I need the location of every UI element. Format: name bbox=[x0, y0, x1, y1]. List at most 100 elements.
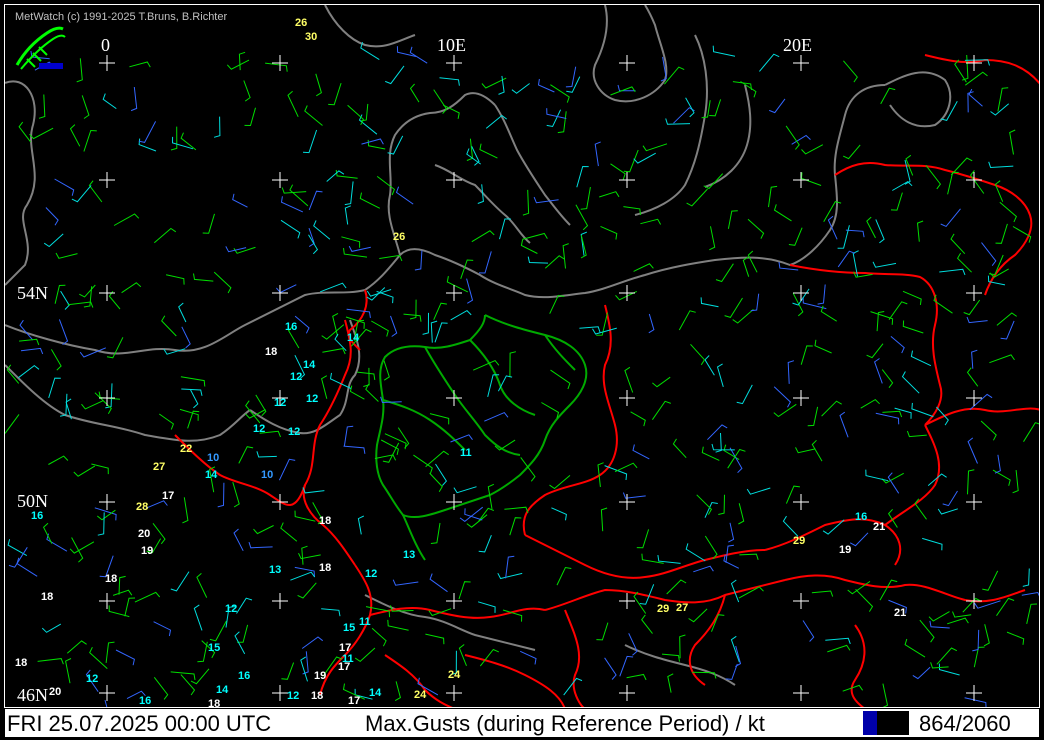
gust-value-label: 12 bbox=[253, 423, 266, 435]
grid-cross bbox=[619, 593, 635, 609]
wind-barb bbox=[395, 186, 414, 205]
wind-barb bbox=[383, 360, 390, 381]
wind-barb bbox=[371, 320, 389, 337]
wind-barb bbox=[380, 439, 399, 456]
map-panel[interactable]: MetWatch (c) 1991-2025 T.Bruns, B.Richte… bbox=[4, 4, 1040, 708]
wind-barb bbox=[106, 337, 124, 359]
wind-barb bbox=[280, 219, 301, 239]
wind-barb bbox=[396, 46, 417, 57]
grid-cross bbox=[619, 685, 635, 701]
map-canvas[interactable] bbox=[5, 5, 1040, 708]
wind-barb bbox=[1012, 470, 1019, 494]
wind-barb bbox=[596, 622, 609, 641]
wind-barb bbox=[736, 384, 753, 405]
wind-barb bbox=[912, 666, 931, 680]
wind-barb bbox=[453, 486, 477, 494]
wind-barb bbox=[69, 124, 81, 147]
gust-value-label: 18 bbox=[15, 657, 28, 669]
wind-barb bbox=[728, 522, 735, 543]
wind-barb bbox=[892, 180, 913, 191]
wind-barb bbox=[253, 525, 274, 535]
wind-barb bbox=[693, 565, 714, 573]
wind-barb bbox=[439, 77, 460, 86]
gust-value-label: 12 bbox=[274, 397, 287, 409]
wind-barb bbox=[632, 444, 650, 460]
wind-barb bbox=[498, 75, 505, 95]
wind-barb bbox=[942, 490, 958, 507]
wind-barb bbox=[193, 273, 214, 282]
wind-barb bbox=[890, 336, 905, 354]
gust-value-label: 17 bbox=[162, 490, 175, 502]
wind-barb bbox=[289, 184, 309, 207]
wind-barb bbox=[105, 641, 115, 663]
wind-barb bbox=[322, 348, 346, 355]
wind-barb bbox=[604, 657, 617, 680]
wind-barb bbox=[357, 371, 376, 380]
wind-barb bbox=[549, 294, 565, 314]
wind-barb bbox=[171, 136, 194, 150]
wind-barb bbox=[964, 697, 987, 707]
grid-cross bbox=[272, 593, 288, 609]
wind-barb bbox=[791, 134, 811, 145]
wind-barb bbox=[667, 673, 674, 693]
wind-barb bbox=[937, 508, 958, 515]
wind-barb bbox=[434, 322, 448, 343]
wind-barb bbox=[906, 430, 927, 438]
gust-value-label: 19 bbox=[839, 544, 852, 556]
wind-barb bbox=[807, 406, 819, 427]
wind-barb bbox=[746, 487, 771, 495]
grid-cross bbox=[446, 593, 462, 609]
gust-value-label: 18 bbox=[105, 573, 118, 585]
wind-barb bbox=[20, 347, 44, 355]
gust-value-label: 11 bbox=[359, 616, 371, 628]
gust-value-label: 18 bbox=[41, 591, 54, 603]
wind-barb bbox=[688, 608, 708, 623]
wind-barb bbox=[321, 324, 345, 340]
wind-barb bbox=[642, 143, 668, 152]
wind-barb bbox=[41, 623, 62, 633]
wind-barb bbox=[425, 450, 449, 468]
gust-value-label: 18 bbox=[311, 690, 324, 702]
wind-barb bbox=[875, 412, 900, 425]
wind-barb bbox=[800, 172, 822, 186]
wind-barb bbox=[730, 635, 740, 663]
wind-barb bbox=[1006, 631, 1025, 645]
wind-barb bbox=[409, 83, 420, 103]
longitude-label-0: 0 bbox=[101, 35, 110, 55]
wind-barb bbox=[243, 80, 251, 102]
gust-value-label: 10 bbox=[207, 452, 220, 464]
status-bar: FRI 25.07.2025 00:00 UTC Max.Gusts (duri… bbox=[4, 708, 1040, 738]
wind-barb bbox=[382, 442, 400, 463]
wind-barb bbox=[287, 90, 299, 118]
wind-barb bbox=[302, 487, 325, 494]
gust-value-label: 27 bbox=[676, 602, 689, 614]
wind-barb bbox=[477, 601, 496, 613]
wind-barb bbox=[910, 350, 932, 367]
wind-barb bbox=[527, 256, 549, 264]
wind-barb bbox=[626, 673, 647, 681]
wind-barb bbox=[256, 451, 277, 458]
wind-barb bbox=[969, 170, 985, 194]
wind-barb bbox=[988, 161, 1014, 169]
wind-barb bbox=[108, 291, 121, 310]
metwatch-logo-icon bbox=[13, 21, 67, 73]
gust-value-label: 21 bbox=[894, 607, 907, 619]
wind-barb bbox=[238, 51, 246, 71]
coastlines bbox=[5, 5, 952, 686]
wind-barb bbox=[947, 171, 959, 195]
wind-barb bbox=[685, 543, 706, 562]
wind-barb bbox=[715, 263, 734, 283]
wind-barb bbox=[37, 658, 64, 665]
wind-barb bbox=[170, 571, 190, 592]
wind-barb bbox=[466, 514, 488, 528]
wind-barb bbox=[425, 633, 445, 645]
wind-barb bbox=[1021, 591, 1039, 597]
gust-value-label: 20 bbox=[138, 528, 151, 540]
grid-cross bbox=[99, 494, 115, 510]
wind-barb bbox=[390, 315, 398, 337]
copyright-text: MetWatch (c) 1991-2025 T.Bruns, B.Richte… bbox=[15, 11, 228, 23]
grid-cross bbox=[99, 172, 115, 188]
wind-barb bbox=[511, 83, 530, 94]
wind-barb bbox=[153, 676, 169, 700]
wind-barb bbox=[384, 433, 407, 450]
